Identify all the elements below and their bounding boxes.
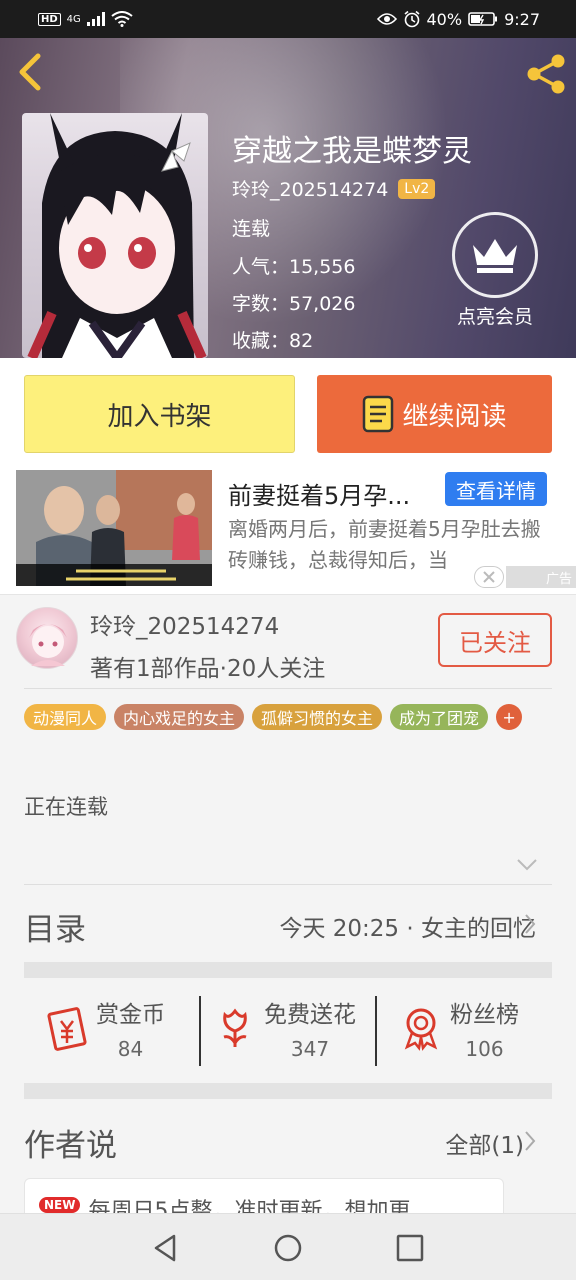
stat-value: 106 bbox=[465, 1037, 504, 1061]
catalog-latest-chapter[interactable]: 今天 20:25 · 女主的回忆 bbox=[279, 909, 536, 943]
tag-item[interactable]: 动漫同人 bbox=[24, 704, 107, 730]
continue-reading-label: 继续阅读 bbox=[402, 401, 507, 432]
author-panel: 玲玲_202514274 著有1部作品·20人关注 已关注 bbox=[0, 594, 576, 688]
ad-close-button[interactable] bbox=[474, 566, 504, 588]
book-header: 穿越之我是蝶梦灵 玲玲_202514274 Lv2 连载 人气：15,556 字… bbox=[0, 38, 576, 358]
stat-value: 84 bbox=[117, 1037, 144, 1061]
recents-square-icon[interactable] bbox=[394, 1232, 426, 1264]
hd-indicator: HD bbox=[38, 12, 61, 26]
vip-button[interactable]: 点亮会员 bbox=[450, 212, 540, 329]
author-stats: 著有1部作品·20人关注 bbox=[90, 656, 326, 682]
section-divider bbox=[24, 962, 552, 978]
battery-icon bbox=[468, 12, 498, 26]
add-to-shelf-button[interactable]: 加入书架 bbox=[24, 375, 295, 453]
ad-image[interactable] bbox=[16, 470, 212, 586]
chevron-right-icon[interactable] bbox=[524, 913, 536, 935]
eye-icon bbox=[376, 13, 397, 25]
chevron-down-icon[interactable] bbox=[516, 858, 538, 872]
cover-illustration bbox=[27, 113, 207, 358]
author-row: 玲玲_202514274 Lv2 bbox=[232, 175, 436, 202]
battery-percent: 40% bbox=[426, 9, 463, 29]
book-icon bbox=[363, 395, 394, 433]
stats-row: 赏金币 84 免费送花 347 粉丝榜 106 bbox=[24, 990, 552, 1070]
status-bar: HD 4G 40% 9:27 bbox=[0, 0, 576, 38]
action-bar: 加入书架 继续阅读 bbox=[0, 358, 576, 468]
free-flowers[interactable]: 免费送花 347 bbox=[212, 990, 356, 1066]
signal-icon bbox=[86, 12, 105, 26]
book-popularity: 人气：15,556 bbox=[232, 256, 356, 278]
follow-button[interactable]: 已关注 bbox=[438, 613, 552, 667]
stat-label: 赏金币 bbox=[96, 1002, 165, 1028]
share-icon[interactable] bbox=[524, 52, 568, 96]
ad-title[interactable]: 前妻挺着5月孕... bbox=[228, 476, 410, 511]
author-avatar[interactable] bbox=[16, 607, 78, 669]
section-divider bbox=[24, 1083, 552, 1099]
book-word-count: 字数：57,026 bbox=[232, 293, 356, 315]
tag-list: 动漫同人 内心戏足的女主 孤僻习惯的女主 成为了团宠 + bbox=[24, 704, 554, 730]
catalog-label[interactable]: 目录 bbox=[24, 904, 86, 949]
continue-reading-button[interactable]: 继续阅读 bbox=[317, 375, 552, 453]
author-says-all-link[interactable]: 全部(1) bbox=[445, 1126, 524, 1160]
author-says-label: 作者说 bbox=[24, 1128, 117, 1164]
chevron-right-icon[interactable] bbox=[524, 1130, 536, 1152]
ad-detail-button[interactable]: 查看详情 bbox=[445, 472, 547, 506]
tag-item[interactable]: 内心戏足的女主 bbox=[114, 704, 245, 730]
book-cover[interactable] bbox=[22, 113, 208, 358]
network-type: 4G bbox=[66, 13, 81, 25]
tag-item[interactable]: 成为了团宠 bbox=[390, 704, 489, 730]
book-status: 连载 bbox=[232, 218, 271, 240]
divider bbox=[199, 996, 201, 1066]
wifi-icon bbox=[111, 11, 133, 27]
ad-label: 广告 bbox=[506, 566, 576, 588]
fan-ranking[interactable]: 粉丝榜 106 bbox=[398, 990, 519, 1066]
alarm-icon bbox=[403, 10, 420, 28]
book-author[interactable]: 玲玲_202514274 bbox=[232, 175, 388, 202]
close-icon bbox=[483, 571, 495, 583]
new-badge: NEW bbox=[39, 1197, 81, 1213]
back-triangle-icon[interactable] bbox=[150, 1232, 182, 1264]
divider bbox=[24, 688, 552, 689]
book-intro: 正在连载 bbox=[24, 795, 108, 819]
stat-value: 347 bbox=[290, 1037, 330, 1061]
stat-label: 粉丝榜 bbox=[450, 1002, 519, 1028]
ad-banner[interactable]: 前妻挺着5月孕... 查看详情 离婚两月后，前妻挺着5月孕肚去搬砖赚钱，总裁得知… bbox=[0, 468, 576, 594]
book-title: 穿越之我是蝶梦灵 bbox=[232, 134, 472, 169]
reward-coins[interactable]: 赏金币 84 bbox=[44, 990, 165, 1066]
home-circle-icon[interactable] bbox=[272, 1232, 304, 1264]
add-tag-button[interactable]: + bbox=[496, 704, 523, 730]
stat-label: 免费送花 bbox=[264, 1002, 356, 1028]
divider bbox=[375, 996, 377, 1066]
red-envelope-icon bbox=[47, 1007, 87, 1051]
divider bbox=[24, 884, 552, 885]
author-level-badge: Lv2 bbox=[398, 178, 436, 199]
book-favorites: 收藏：82 bbox=[232, 330, 314, 352]
crown-icon bbox=[452, 212, 538, 298]
author-name[interactable]: 玲玲_202514274 bbox=[90, 607, 279, 641]
system-nav-bar bbox=[0, 1213, 576, 1280]
clock: 9:27 bbox=[504, 9, 540, 29]
back-arrow-icon[interactable] bbox=[14, 52, 46, 92]
tag-item[interactable]: 孤僻习惯的女主 bbox=[252, 704, 383, 730]
medal-icon bbox=[404, 1008, 438, 1051]
vip-label: 点亮会员 bbox=[456, 306, 533, 328]
flower-icon bbox=[223, 1008, 247, 1047]
